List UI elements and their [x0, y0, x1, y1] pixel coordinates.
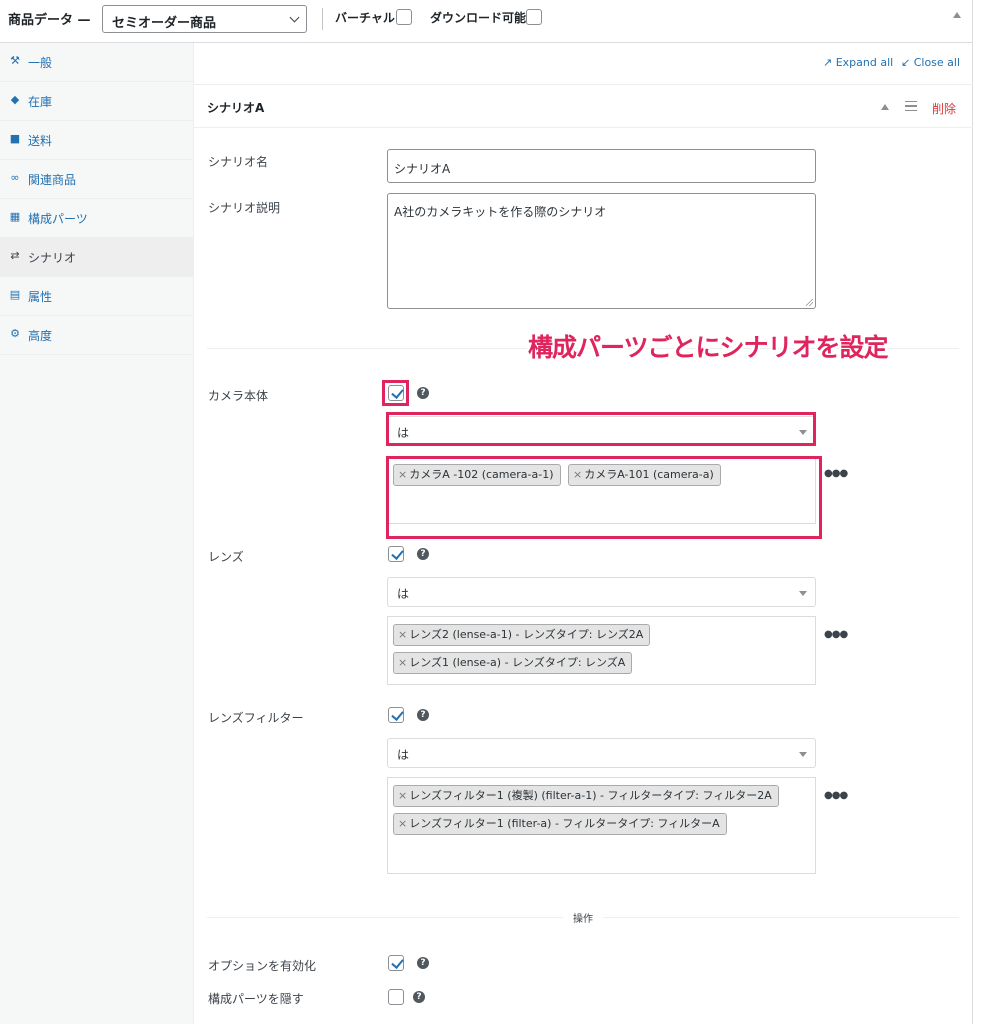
component-checkbox-lens-filter[interactable]: [388, 707, 404, 723]
remove-tag-icon[interactable]: ×: [398, 789, 407, 802]
help-icon[interactable]: ?: [417, 548, 429, 560]
more-options-icon[interactable]: ●●●: [824, 629, 848, 640]
remove-tag-icon[interactable]: ×: [398, 656, 407, 669]
scenario-description-label: シナリオ説明: [208, 201, 281, 215]
expand-all-label: Expand all: [835, 56, 894, 69]
sidebar-item-shipping[interactable]: ■ 送料: [0, 121, 193, 160]
collapse-scenario-icon[interactable]: [881, 104, 889, 110]
sidebar-item-label: 構成パーツ: [28, 212, 88, 226]
panel-right-border: [972, 0, 973, 1024]
help-icon[interactable]: ?: [417, 709, 429, 721]
help-icon[interactable]: ?: [417, 957, 429, 969]
scenario-description-value: A社のカメラキットを作る際のシナリオ: [394, 205, 607, 219]
remove-tag-icon[interactable]: ×: [398, 628, 407, 641]
chevron-down-icon: [289, 12, 300, 23]
highlight-tags: [386, 456, 822, 539]
sidebar-item-label: 一般: [28, 56, 53, 70]
downloadable-label: ダウンロード可能:: [430, 11, 531, 25]
condition-select-lens-filter[interactable]: は: [387, 738, 816, 768]
expand-all-link[interactable]: ↗ Expand all: [823, 56, 893, 69]
drag-handle-icon[interactable]: [905, 101, 917, 111]
option-label-enable-options: オプションを有効化: [208, 959, 317, 973]
more-options-icon[interactable]: ●●●: [824, 790, 848, 801]
tag-label: レンズ1 (lense-a) - レンズタイプ: レンズA: [409, 656, 626, 669]
sidebar-item-label: 高度: [28, 329, 53, 343]
sidebar-item-general[interactable]: ⚒ 一般: [0, 43, 193, 82]
selected-tag[interactable]: × レンズ1 (lense-a) - レンズタイプ: レンズA: [393, 652, 633, 674]
shuffle-icon: ⇄: [10, 249, 20, 262]
remove-tag-icon[interactable]: ×: [398, 817, 407, 830]
component-multiselect-lens[interactable]: × レンズ2 (lense-a-1) - レンズタイプ: レンズ2A × レンズ1 …: [387, 616, 816, 685]
sidebar-item-label: 関連商品: [28, 173, 77, 187]
help-icon[interactable]: ?: [413, 991, 425, 1003]
sidebar-item-attributes[interactable]: ▤ 属性: [0, 277, 193, 316]
product-data-tabs: ⚒ 一般 ◆ 在庫 ■ 送料 ∞ 関連商品 ▦ 構成パーツ ⇄ シナリオ ▤ 属…: [0, 43, 194, 1024]
tag-icon: ◆: [10, 93, 20, 106]
virtual-label: バーチャル:: [335, 11, 400, 25]
collapse-panel-icon[interactable]: [953, 12, 961, 18]
component-checkbox-lens[interactable]: [388, 546, 404, 562]
tag-label: レンズ2 (lense-a-1) - レンズタイプ: レンズ2A: [409, 628, 644, 641]
more-options-icon[interactable]: ●●●: [824, 468, 848, 479]
product-data-title: 商品データ —: [8, 13, 91, 28]
resize-grip-icon[interactable]: [806, 299, 813, 306]
condition-select-lens[interactable]: は: [387, 577, 816, 607]
collapse-icon: ↙: [901, 56, 911, 69]
link-icon: ∞: [10, 171, 20, 184]
scenario-name-label: シナリオ名: [208, 155, 269, 169]
actions-heading: 操作: [563, 910, 603, 925]
component-label-lens: レンズ: [208, 550, 244, 564]
help-icon[interactable]: ?: [417, 387, 429, 399]
annotation-text: 構成パーツごとにシナリオを設定: [528, 333, 889, 362]
enable-options-checkbox[interactable]: [388, 955, 404, 971]
virtual-checkbox[interactable]: [396, 9, 412, 25]
sidebar-item-inventory[interactable]: ◆ 在庫: [0, 82, 193, 121]
close-all-label: Close all: [913, 56, 961, 69]
caret-down-icon: [799, 752, 807, 757]
condition-value: は: [397, 748, 410, 762]
product-type-select[interactable]: セミオーダー商品: [102, 5, 307, 33]
truck-icon: ■: [9, 132, 21, 145]
tag-label: レンズフィルター1 (filter-a) - フィルタータイプ: フィルターA: [409, 817, 720, 830]
cubes-icon: ▦: [9, 210, 21, 223]
wrench-icon: ⚒: [10, 54, 20, 67]
sidebar-item-linked-products[interactable]: ∞ 関連商品: [0, 160, 193, 199]
delete-scenario-link[interactable]: 削除: [932, 100, 956, 117]
list-icon: ▤: [9, 288, 21, 301]
hide-components-checkbox[interactable]: [388, 989, 404, 1005]
scenario-name-value: シナリオA: [394, 162, 451, 176]
expand-icon: ↗: [823, 56, 833, 69]
sidebar-item-label: シナリオ: [28, 251, 77, 265]
selected-tag[interactable]: × レンズフィルター1 (複製) (filter-a-1) - フィルタータイプ:…: [393, 785, 779, 807]
tag-label: レンズフィルター1 (複製) (filter-a-1) - フィルタータイプ: …: [409, 789, 772, 802]
component-label-camera-body: カメラ本体: [208, 389, 269, 403]
sidebar-item-label: 在庫: [28, 95, 53, 109]
selected-tag[interactable]: × レンズ2 (lense-a-1) - レンズタイプ: レンズ2A: [393, 624, 651, 646]
scenario-description-textarea[interactable]: A社のカメラキットを作る際のシナリオ: [387, 193, 816, 309]
scenario-title: シナリオA: [207, 101, 265, 115]
sidebar-item-scenarios[interactable]: ⇄ シナリオ: [0, 238, 193, 277]
downloadable-checkbox[interactable]: [526, 9, 542, 25]
condition-value: は: [397, 587, 410, 601]
gear-icon: ⚙: [10, 327, 20, 340]
component-label-lens-filter: レンズフィルター: [208, 711, 304, 725]
component-multiselect-lens-filter[interactable]: × レンズフィルター1 (複製) (filter-a-1) - フィルタータイプ:…: [387, 777, 816, 874]
highlight-checkbox: [382, 380, 409, 406]
option-label-hide-components: 構成パーツを隠す: [208, 992, 304, 1006]
sidebar-item-label: 属性: [28, 290, 53, 304]
close-all-link[interactable]: ↙ Close all: [901, 56, 960, 69]
highlight-condition: [386, 412, 816, 446]
scenario-header[interactable]: [194, 85, 973, 128]
scenario-name-input[interactable]: シナリオA: [387, 149, 816, 183]
sidebar-item-label: 送料: [28, 134, 53, 148]
sidebar-item-components[interactable]: ▦ 構成パーツ: [0, 199, 193, 238]
selected-tag[interactable]: × レンズフィルター1 (filter-a) - フィルタータイプ: フィルターA: [393, 813, 727, 835]
sidebar-item-advanced[interactable]: ⚙ 高度: [0, 316, 193, 355]
header-divider: [322, 8, 323, 30]
product-type-value: セミオーダー商品: [112, 16, 217, 31]
caret-down-icon: [799, 591, 807, 596]
